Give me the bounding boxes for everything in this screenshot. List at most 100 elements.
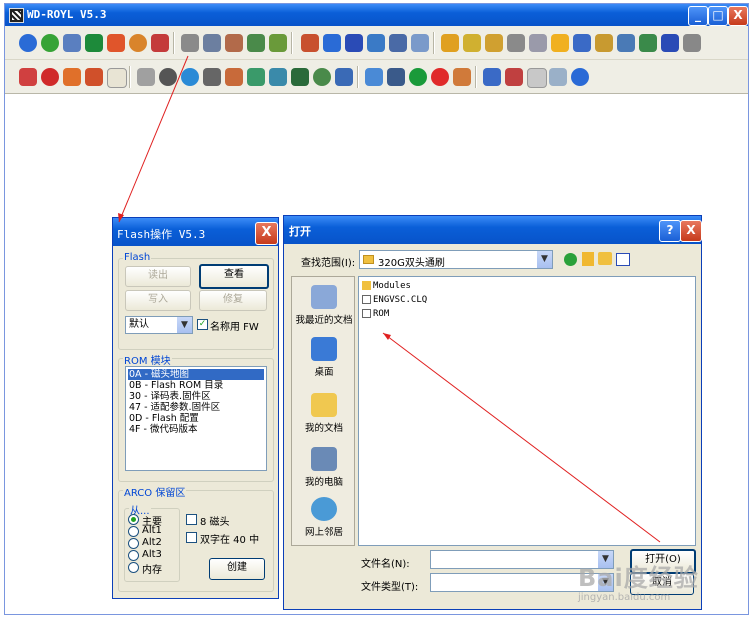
source-radio-memory[interactable] bbox=[128, 562, 139, 573]
table-icon[interactable] bbox=[529, 34, 547, 52]
close-button[interactable]: X bbox=[728, 6, 748, 26]
write-button[interactable]: 写入 bbox=[125, 290, 191, 311]
wrench-icon[interactable] bbox=[573, 34, 591, 52]
list-item[interactable]: 30 - 译码表.固件区 bbox=[128, 391, 212, 402]
search-icon[interactable] bbox=[571, 68, 589, 86]
maximize-button[interactable]: □ bbox=[708, 6, 728, 26]
puzzle-icon[interactable] bbox=[301, 34, 319, 52]
place-recent[interactable]: 我最近的文档 bbox=[292, 285, 356, 326]
notepad-icon[interactable] bbox=[527, 68, 547, 88]
document-icon[interactable] bbox=[507, 34, 525, 52]
computer-icon[interactable] bbox=[269, 68, 287, 86]
chip-icon[interactable] bbox=[203, 34, 221, 52]
double-word-checkbox[interactable] bbox=[186, 532, 197, 543]
flash-title-bar[interactable]: Flash操作 V5.3 X bbox=[113, 218, 278, 246]
settings-icon[interactable] bbox=[365, 68, 383, 86]
view-menu-icon[interactable] bbox=[616, 253, 630, 266]
file-row[interactable]: Modules bbox=[362, 280, 411, 292]
list-icon[interactable] bbox=[485, 34, 503, 52]
create-button[interactable]: 创建 bbox=[209, 558, 265, 580]
list-item[interactable]: 4F - 微代码版本 bbox=[128, 424, 198, 435]
tools-icon[interactable] bbox=[63, 34, 81, 52]
repair-button[interactable]: 修复 bbox=[199, 290, 267, 311]
file-list[interactable]: Modules ENGVSC.CLQ ROM bbox=[358, 276, 696, 546]
book-icon[interactable] bbox=[291, 68, 309, 86]
image-icon[interactable] bbox=[505, 68, 523, 86]
list-item[interactable]: 47 - 适配参数.固件区 bbox=[128, 402, 221, 413]
car-icon[interactable] bbox=[387, 68, 405, 86]
pencil-icon[interactable] bbox=[225, 68, 243, 86]
source-radio-alt3[interactable] bbox=[128, 550, 139, 561]
help-button[interactable]: ? bbox=[659, 220, 681, 242]
list-item[interactable]: 0B - Flash ROM 目录 bbox=[128, 380, 224, 391]
minimize-button[interactable]: _ bbox=[688, 6, 708, 26]
shapes-icon[interactable] bbox=[335, 68, 353, 86]
tree-icon[interactable] bbox=[247, 34, 265, 52]
gears-icon[interactable] bbox=[203, 68, 221, 86]
window-icon[interactable] bbox=[661, 34, 679, 52]
download-icon[interactable] bbox=[323, 34, 341, 52]
main-title-bar[interactable]: WD-ROYL V5.3 _ □ X bbox=[5, 4, 748, 26]
open-title-bar[interactable]: 打开 ? X bbox=[284, 216, 702, 244]
clipboard-icon[interactable] bbox=[463, 34, 481, 52]
view-button[interactable]: 查看 bbox=[199, 264, 269, 289]
firefox-icon[interactable] bbox=[85, 68, 103, 86]
mode-select[interactable]: 默认 ▼ bbox=[125, 316, 193, 334]
eight-heads-checkbox[interactable] bbox=[186, 514, 197, 525]
up-folder-icon[interactable] bbox=[582, 252, 594, 266]
rom-module-list[interactable]: 0A - 磁头地图 0B - Flash ROM 目录 30 - 译码表.固件区… bbox=[125, 366, 267, 471]
chevron-down-icon[interactable]: ▼ bbox=[537, 251, 552, 268]
dish-icon[interactable] bbox=[137, 68, 155, 86]
chart-icon[interactable] bbox=[483, 68, 501, 86]
check-shield-icon[interactable] bbox=[41, 34, 59, 52]
graph-icon[interactable] bbox=[617, 34, 635, 52]
place-desktop[interactable]: 桌面 bbox=[292, 337, 356, 378]
brain-icon[interactable] bbox=[225, 34, 243, 52]
target-icon[interactable] bbox=[159, 68, 177, 86]
file-row[interactable]: ROM bbox=[362, 308, 389, 320]
no-entry-icon[interactable] bbox=[431, 68, 449, 86]
info-icon[interactable] bbox=[19, 34, 37, 52]
page-icon[interactable] bbox=[107, 68, 127, 88]
hard-disk-icon[interactable] bbox=[181, 34, 199, 52]
scroll-icon[interactable] bbox=[549, 68, 567, 86]
flashlight-icon[interactable] bbox=[595, 34, 613, 52]
source-radio-alt1[interactable] bbox=[128, 526, 139, 537]
calculator-icon[interactable] bbox=[453, 68, 471, 86]
back-icon[interactable] bbox=[564, 253, 577, 266]
list-item[interactable]: 0D - Flash 配置 bbox=[128, 413, 200, 424]
people-icon[interactable] bbox=[247, 68, 265, 86]
monitor-icon[interactable] bbox=[345, 34, 363, 52]
refresh-icon[interactable] bbox=[181, 68, 199, 86]
memory-icon[interactable] bbox=[389, 34, 407, 52]
source-radio-alt2[interactable] bbox=[128, 538, 139, 549]
edit-icon[interactable] bbox=[269, 34, 287, 52]
read-button[interactable]: 读出 bbox=[125, 266, 191, 287]
network-icon[interactable] bbox=[639, 34, 657, 52]
lookin-select[interactable]: 320G双头通刷 ▼ bbox=[359, 250, 553, 269]
star-icon[interactable] bbox=[551, 34, 569, 52]
folder-check-icon[interactable] bbox=[441, 34, 459, 52]
open-close-button[interactable]: X bbox=[680, 220, 702, 242]
list-item[interactable]: 0A - 磁头地图 bbox=[128, 369, 264, 380]
zero-icon[interactable] bbox=[107, 34, 125, 52]
fan-icon[interactable] bbox=[411, 34, 429, 52]
place-network[interactable]: 网上邻居 bbox=[292, 497, 356, 538]
flash-close-button[interactable]: X bbox=[255, 222, 278, 245]
name-fw-checkbox[interactable]: ✓ bbox=[197, 319, 208, 330]
new-folder-icon[interactable] bbox=[598, 252, 612, 265]
stop-icon[interactable] bbox=[41, 68, 59, 86]
source-radio-main[interactable] bbox=[128, 514, 139, 525]
play-icon[interactable] bbox=[409, 68, 427, 86]
clock-icon[interactable] bbox=[313, 68, 331, 86]
place-documents[interactable]: 我的文档 bbox=[292, 393, 356, 434]
bell-icon[interactable] bbox=[63, 68, 81, 86]
checkmark-icon[interactable] bbox=[151, 34, 169, 52]
file-row[interactable]: ENGVSC.CLQ bbox=[362, 294, 427, 306]
upload-icon[interactable] bbox=[367, 34, 385, 52]
globe-icon[interactable] bbox=[129, 34, 147, 52]
runner-icon[interactable] bbox=[85, 34, 103, 52]
place-computer[interactable]: 我的电脑 bbox=[292, 447, 356, 488]
pin-icon[interactable] bbox=[683, 34, 701, 52]
shield-x-icon[interactable] bbox=[19, 68, 37, 86]
